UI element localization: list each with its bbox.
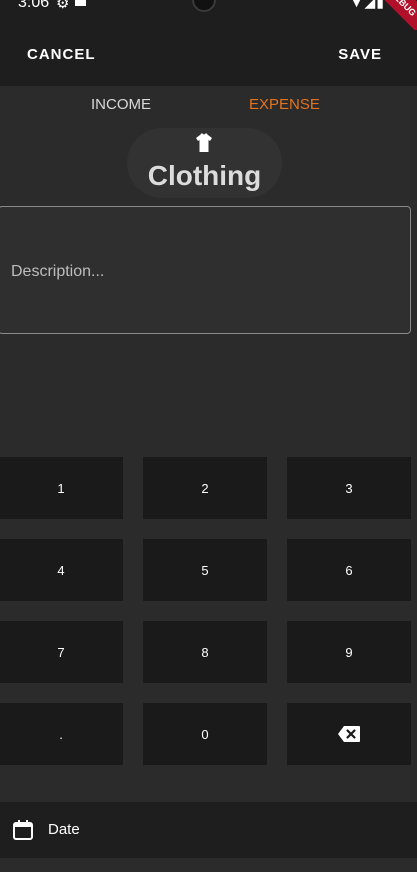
gear-icon: ⚙ <box>56 0 70 12</box>
app-bar: CANCEL SAVE <box>0 30 417 86</box>
signal-battery-icon: ▼◢▮ <box>349 0 385 10</box>
backspace-button[interactable] <box>287 703 411 765</box>
key-decimal[interactable]: . <box>0 703 123 765</box>
calendar-icon <box>13 820 33 840</box>
description-placeholder: Description... <box>11 263 105 280</box>
date-label: Date <box>48 821 80 838</box>
date-picker[interactable]: Date <box>0 802 417 858</box>
key-8[interactable]: 8 <box>143 621 267 683</box>
key-1[interactable]: 1 <box>0 457 123 519</box>
bottom-strip <box>0 858 417 872</box>
key-0[interactable]: 0 <box>143 703 267 765</box>
camera-cutout <box>192 0 216 12</box>
tab-expense[interactable]: EXPENSE <box>249 96 320 113</box>
status-time: 3:06 <box>18 0 50 11</box>
save-button[interactable]: SAVE <box>338 46 382 63</box>
key-2[interactable]: 2 <box>143 457 267 519</box>
key-3[interactable]: 3 <box>287 457 411 519</box>
key-7[interactable]: 7 <box>0 621 123 683</box>
key-5[interactable]: 5 <box>143 539 267 601</box>
cancel-button[interactable]: CANCEL <box>27 46 96 63</box>
status-bar: 3:06 ⚙ ▼◢▮ DEBUG <box>0 0 417 42</box>
type-tabs: INCOME EXPENSE <box>0 96 417 116</box>
category-label: Clothing <box>147 160 262 191</box>
description-field[interactable]: Description... <box>0 206 411 334</box>
key-6[interactable]: 6 <box>287 539 411 601</box>
tab-income[interactable]: INCOME <box>91 96 151 113</box>
notification-icon <box>75 0 86 6</box>
key-4[interactable]: 4 <box>0 539 123 601</box>
key-9[interactable]: 9 <box>287 621 411 683</box>
shirt-icon <box>196 133 212 152</box>
backspace-icon <box>338 726 360 742</box>
